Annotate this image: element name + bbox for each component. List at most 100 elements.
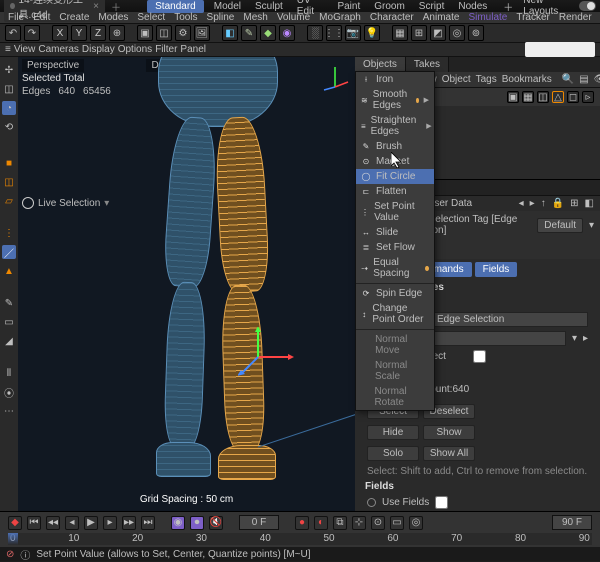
ctx-change-point-order[interactable]: ↕Change Point Order <box>356 301 434 327</box>
usefields-checkbox[interactable] <box>435 496 448 509</box>
coord-world-icon[interactable]: ⊕ <box>109 25 125 41</box>
menu-edit[interactable]: Edit <box>30 12 53 23</box>
quantize-icon[interactable]: ◎ <box>449 25 465 41</box>
tl-paramscl-icon[interactable]: ▭ <box>390 516 404 530</box>
camera-icon[interactable]: 📷 <box>345 25 361 41</box>
ctx-spin-edge[interactable]: ⟳Spin Edge <box>356 286 434 301</box>
ctx-equal-spacing[interactable]: ⇢Equal Spacing <box>356 255 434 281</box>
btn-hide[interactable]: Hide <box>367 425 419 440</box>
attr-lock-icon[interactable]: 🔒 <box>552 198 564 209</box>
btn-showall[interactable]: Show All <box>423 446 475 461</box>
menu-mograph[interactable]: MoGraph <box>316 12 364 23</box>
tl-parampos-icon[interactable]: ⊹ <box>352 516 366 530</box>
redo-icon[interactable]: ↷ <box>24 25 40 41</box>
snap-icon[interactable]: ⊞ <box>411 25 427 41</box>
ctx-fit-circle[interactable]: ◯Fit Circle <box>356 169 434 184</box>
command-search-input[interactable] <box>525 42 595 57</box>
btn-show[interactable]: Show <box>423 425 475 440</box>
ctx-flatten[interactable]: ⊏Flatten <box>356 184 434 199</box>
om-filter-icon[interactable]: ▤ <box>579 74 588 85</box>
tl-start-icon[interactable]: ⏮ <box>27 516 41 530</box>
ui-toggle[interactable] <box>579 1 596 11</box>
grid-icon[interactable]: ▦ <box>392 25 408 41</box>
ctx-normal-rotate[interactable]: Normal Rotate <box>356 384 434 410</box>
ctx-brush[interactable]: ✎Brush <box>356 139 434 154</box>
close-icon[interactable]: × <box>93 1 99 12</box>
primitive-cube-icon[interactable]: ◧ <box>222 25 238 41</box>
tl-end-frame[interactable]: 90 F <box>552 515 592 530</box>
om-menu-bookmarks[interactable]: Bookmarks <box>502 74 552 85</box>
extra-tool-icon[interactable]: ⋯ <box>2 404 16 418</box>
tl-keymode1-icon[interactable]: ● <box>295 516 309 530</box>
cloner-icon[interactable]: ⋮⋮ <box>326 25 342 41</box>
tab-takes[interactable]: Takes <box>406 57 449 72</box>
menu-select[interactable]: Select <box>134 12 168 23</box>
om-flt3-icon[interactable]: ◫ <box>537 91 549 103</box>
menu-tools[interactable]: Tools <box>171 12 200 23</box>
axis-gizmo-icon[interactable] <box>320 62 350 92</box>
viewport-snap-icon[interactable]: ◢ <box>2 334 16 348</box>
attr-fwd-icon[interactable]: ▸ <box>530 198 535 209</box>
tl-key-icon[interactable]: ◆ <box>8 516 22 530</box>
tab-nodes[interactable]: Nodes <box>454 1 491 12</box>
tl-paramall-icon[interactable]: ◎ <box>409 516 423 530</box>
field-icon[interactable]: ░ <box>307 25 323 41</box>
workplane-mode-icon[interactable]: ▱ <box>2 194 16 208</box>
axis-x-icon[interactable]: X <box>52 25 68 41</box>
ctx-normal-scale[interactable]: Normal Scale <box>356 358 434 384</box>
layout-dropdown[interactable]: Standard <box>147 0 204 13</box>
poly-mode-icon[interactable]: ▲ <box>2 264 16 278</box>
undo-icon[interactable]: ↶ <box>5 25 21 41</box>
menu-render[interactable]: Render <box>556 12 595 23</box>
tab-model[interactable]: Model <box>210 1 245 12</box>
tl-record-icon[interactable]: ⏺ <box>190 516 204 530</box>
point-mode-icon[interactable]: ⋮ <box>2 226 16 240</box>
tl-play-icon[interactable]: ▶ <box>84 516 98 530</box>
om-flt6-icon[interactable]: ▹ <box>582 91 594 103</box>
ctx-normal-move[interactable]: Normal Move <box>356 332 434 358</box>
perspective-viewport[interactable]: Perspective Default Camera Selected Tota… <box>18 57 355 511</box>
ctx-set-point-value[interactable]: ⋮Set Point Value <box>356 199 434 225</box>
vp-menu-filter[interactable]: Filter <box>155 44 177 55</box>
menu-spline[interactable]: Spline <box>204 12 238 23</box>
prop-name-input[interactable] <box>433 312 588 327</box>
status-close-icon[interactable]: ⊘ <box>6 549 14 560</box>
hamburger-icon[interactable]: ≡ <box>5 44 11 55</box>
ctx-smooth-edges[interactable]: ≋Smooth Edges▶ <box>356 87 434 113</box>
prop-expose-checkbox[interactable] <box>473 350 486 363</box>
attr-tab-fields[interactable]: Fields <box>475 262 518 277</box>
menu-mesh[interactable]: Mesh <box>240 12 270 23</box>
preset-caret-icon[interactable]: ▾ <box>589 220 594 231</box>
transform-gizmo-icon[interactable] <box>238 327 298 387</box>
symmetry-icon[interactable]: ⦀ <box>2 366 16 380</box>
move-tool-icon[interactable]: ✢ <box>2 63 16 77</box>
ctx-slide[interactable]: ↔Slide <box>356 225 434 240</box>
model-mode-icon[interactable]: ■ <box>2 156 16 170</box>
axis-y-icon[interactable]: Y <box>71 25 87 41</box>
tl-next-icon[interactable]: ▸ <box>103 516 117 530</box>
attr-new-icon[interactable]: ⊞ <box>570 198 578 209</box>
tl-prev-icon[interactable]: ◂ <box>65 516 79 530</box>
more-icon[interactable]: ⊚ <box>468 25 484 41</box>
soft-select-icon[interactable]: ⦿ <box>2 385 16 399</box>
usefields-radio[interactable] <box>367 498 376 507</box>
vp-menu-display[interactable]: Display <box>82 44 115 55</box>
tl-nextkey-icon[interactable]: ▸▸ <box>122 516 136 530</box>
om-flt2-icon[interactable]: ▦ <box>522 91 534 103</box>
tl-linkxyz-icon[interactable]: ⧉ <box>333 516 347 530</box>
vp-menu-view[interactable]: View <box>14 44 36 55</box>
deformer-icon[interactable]: ◉ <box>279 25 295 41</box>
attr-pin-icon[interactable]: ◧ <box>585 198 594 209</box>
om-menu-object[interactable]: Object <box>442 74 471 85</box>
edge-mode-icon[interactable]: ／ <box>2 245 16 259</box>
attr-back-icon[interactable]: ◂ <box>519 198 524 209</box>
ctx-set-flow[interactable]: ≣Set Flow <box>356 240 434 255</box>
tab-objects[interactable]: Objects <box>355 57 406 72</box>
menu-file[interactable]: File <box>5 12 27 23</box>
viewport-solo-icon[interactable]: ▭ <box>2 315 16 329</box>
ctx-straighten-edges[interactable]: ≡Straighten Edges▶ <box>356 113 434 139</box>
menu-volume[interactable]: Volume <box>274 12 313 23</box>
menu-character[interactable]: Character <box>367 12 417 23</box>
render-region-icon[interactable]: ◫ <box>156 25 172 41</box>
om-flt4-icon[interactable]: △ <box>552 91 564 103</box>
